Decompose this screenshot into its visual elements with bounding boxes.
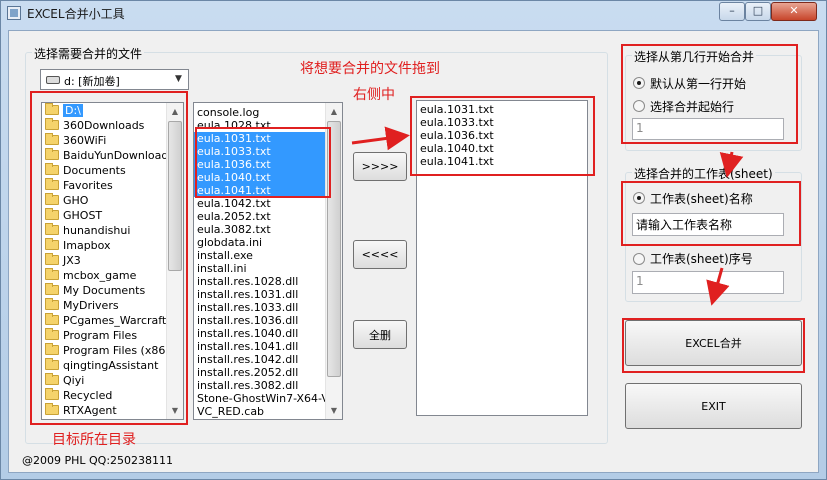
drive-value: d: [新加卷] [64, 75, 120, 88]
annotation-box-selected-files [195, 127, 331, 198]
annotation-drag-hint-2: 右侧中 [353, 87, 395, 103]
file-item[interactable]: install.res.1040.dll [194, 327, 342, 340]
file-item[interactable]: Stone-GhostWin7-X64-V20 [194, 392, 342, 405]
annotation-box-sheet [621, 181, 801, 246]
scroll-down-icon[interactable]: ▼ [326, 402, 342, 419]
scroll-up-icon[interactable]: ▲ [326, 103, 342, 120]
file-select-legend: 选择需要合并的文件 [32, 45, 145, 62]
file-item[interactable]: install.res.1041.dll [194, 340, 342, 353]
app-icon [7, 6, 21, 20]
status-text: @2009 PHL QQ:250238111 [22, 454, 174, 467]
file-item[interactable]: install.res.1033.dll [194, 301, 342, 314]
clear-files-button[interactable]: 全删 [353, 320, 407, 349]
radio-sheet-index[interactable] [633, 253, 645, 265]
file-item[interactable]: install.res.1031.dll [194, 288, 342, 301]
annotation-box-start-row [621, 44, 798, 144]
file-item[interactable]: install.res.1036.dll [194, 314, 342, 327]
file-item[interactable]: install.ini [194, 262, 342, 275]
file-item[interactable]: eula.1042.txt [194, 197, 342, 210]
add-files-button[interactable]: >>>> [353, 152, 407, 181]
file-item[interactable]: console.log [194, 106, 342, 119]
sheet-index-input[interactable]: 1 [632, 271, 784, 294]
drive-icon [46, 76, 60, 84]
drive-combo[interactable]: d: [新加卷] ▼ [40, 69, 189, 90]
title-bar[interactable]: EXCEL合并小工具 – □ ✕ [1, 1, 826, 25]
file-item[interactable]: eula.3082.txt [194, 223, 342, 236]
annotation-box-merge [622, 318, 805, 373]
file-item[interactable]: install.res.3082.dll [194, 379, 342, 392]
annotation-target-dir: 目标所在目录 [52, 432, 136, 448]
file-item[interactable]: globdata.ini [194, 236, 342, 249]
radio-sheet-index-label[interactable]: 工作表(sheet)序号 [650, 250, 753, 267]
chevron-down-icon[interactable]: ▼ [170, 71, 187, 88]
minimize-button[interactable]: – [719, 2, 745, 21]
file-item[interactable]: install.res.1042.dll [194, 353, 342, 366]
file-item[interactable]: install.res.2052.dll [194, 366, 342, 379]
file-item[interactable]: install.exe [194, 249, 342, 262]
sheet-legend: 选择合并的工作表(sheet) [632, 165, 775, 182]
annotation-box-target [410, 96, 595, 176]
file-item[interactable]: install.res.1028.dll [194, 275, 342, 288]
close-button[interactable]: ✕ [771, 2, 817, 21]
annotation-drag-hint-1: 将想要合并的文件拖到 [300, 61, 440, 77]
remove-files-button[interactable]: <<<< [353, 240, 407, 269]
file-item[interactable]: VC_RED.cab [194, 405, 342, 418]
maximize-button[interactable]: □ [745, 2, 771, 21]
window-title: EXCEL合并小工具 [27, 7, 125, 21]
annotation-box-folders [30, 91, 188, 425]
file-item[interactable]: eula.2052.txt [194, 210, 342, 223]
exit-button[interactable]: EXIT [625, 383, 802, 429]
